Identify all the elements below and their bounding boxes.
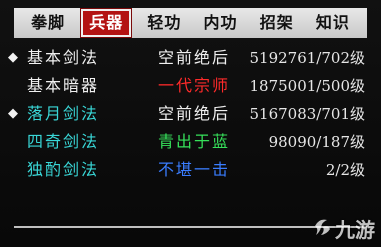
tab-zhaojia[interactable]: 招架 [254,11,300,35]
tab-zhishi[interactable]: 知识 [310,11,356,35]
skill-row-duzhuo-jianfa[interactable]: 独酌剑法 不堪一击 2/2级 [0,156,381,184]
enabled-diamond-icon: ◆ [8,50,18,65]
skill-rank: 空前绝后 [158,104,231,123]
skill-rank: 一代宗师 [158,76,231,95]
game-window: 拳脚 兵器 轻功 内功 招架 知识 ◆ 基本剑法 空前绝后 5192761/70… [0,0,381,247]
skill-level: 2/2级 [325,161,365,179]
skill-name: 独酌剑法 [27,160,100,179]
skill-list: ◆ 基本剑法 空前绝后 5192761/702级 基本暗器 一代宗师 18750… [0,44,381,184]
tab-bingqi[interactable]: 兵器 [81,9,132,37]
skill-level: 5167083/701级 [249,105,366,123]
enabled-diamond-icon: ◆ [8,106,18,121]
watermark-text: 九游 [335,218,375,242]
skill-rank: 空前绝后 [158,48,231,67]
skill-row-jiben-anqi[interactable]: 基本暗器 一代宗师 1875001/500级 [0,72,381,100]
tab-neigong[interactable]: 内功 [198,11,244,35]
skill-row-siqi-jianfa[interactable]: 四奇剑法 青出于蓝 98090/187级 [0,128,381,156]
tab-qinggong[interactable]: 轻功 [141,11,187,35]
skill-level: 1875001/500级 [249,77,366,95]
skill-level: 98090/187级 [268,133,365,151]
skill-rank: 青出于蓝 [158,132,231,151]
watermark: 九游 [311,214,375,243]
jiuyou-logo-icon [311,216,333,242]
skill-row-luoyue-jianfa[interactable]: ◆ 落月剑法 空前绝后 5167083/701级 [0,100,381,128]
skill-level: 5192761/702级 [249,49,366,67]
skill-name: 四奇剑法 [27,132,100,151]
tab-quanjiao[interactable]: 拳脚 [25,11,71,35]
skill-row-jiben-jianfa[interactable]: ◆ 基本剑法 空前绝后 5192761/702级 [0,44,381,72]
skill-name: 基本剑法 [27,48,100,67]
skill-name: 落月剑法 [27,104,100,123]
skill-rank: 不堪一击 [158,160,231,179]
skill-category-tabs: 拳脚 兵器 轻功 内功 招架 知识 [14,8,367,38]
skill-name: 基本暗器 [27,76,100,95]
